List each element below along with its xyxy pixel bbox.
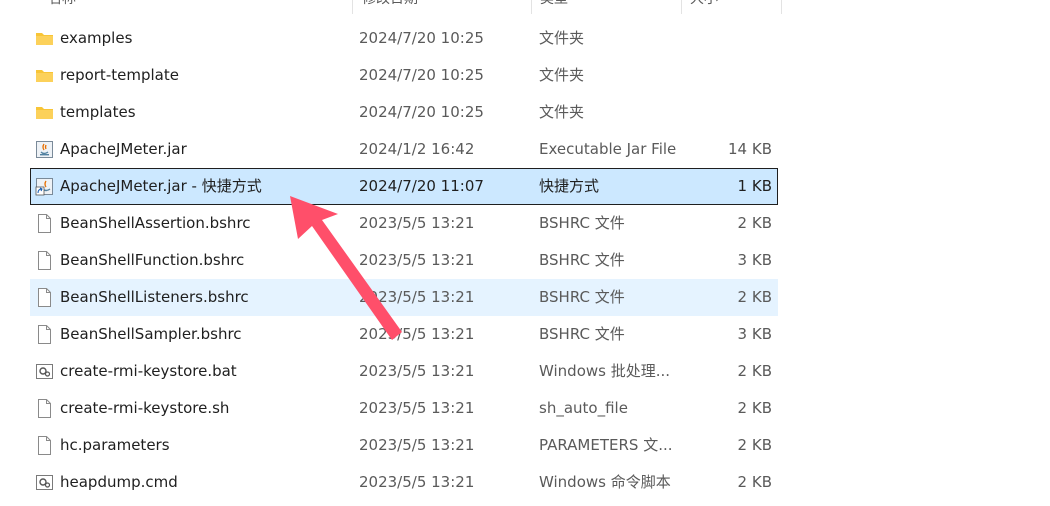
file-type: 文件夹 xyxy=(539,29,585,47)
file-list: examples 2024/7/20 10:25 文件夹 report-templat… xyxy=(30,20,778,501)
file-type: sh_auto_file xyxy=(539,399,628,417)
column-divider[interactable] xyxy=(681,0,682,14)
column-divider[interactable] xyxy=(531,0,532,14)
file-name: report-template xyxy=(60,66,179,84)
file-size: 2 KB xyxy=(737,473,772,491)
file-icon xyxy=(35,325,54,344)
file-icon xyxy=(35,288,54,307)
file-name: hc.parameters xyxy=(60,436,170,454)
file-name: create-rmi-keystore.bat xyxy=(60,362,237,380)
column-divider[interactable] xyxy=(781,0,782,14)
file-name: examples xyxy=(60,29,133,47)
jar-shortcut-icon xyxy=(35,177,54,196)
column-name-header[interactable]: 名称 xyxy=(48,0,76,12)
column-divider[interactable] xyxy=(352,0,353,14)
file-size: 2 KB xyxy=(737,214,772,232)
file-icon xyxy=(35,399,54,418)
folder-icon xyxy=(35,66,54,85)
file-type: BSHRC 文件 xyxy=(539,214,625,232)
file-type: Executable Jar File xyxy=(539,140,677,158)
file-name: BeanShellSampler.bshrc xyxy=(60,325,242,343)
file-name: BeanShellListeners.bshrc xyxy=(60,288,249,306)
file-name: heapdump.cmd xyxy=(60,473,178,491)
batch-file-icon xyxy=(35,362,54,381)
column-type-header[interactable]: 类型 xyxy=(540,0,568,12)
file-name: create-rmi-keystore.sh xyxy=(60,399,230,417)
file-row[interactable]: heapdump.cmd 2023/5/5 13:21 Windows 命令脚本 2 … xyxy=(30,464,778,501)
file-icon xyxy=(35,436,54,455)
file-row[interactable]: BeanShellAssertion.bshrc 2023/5/5 13:21 BS… xyxy=(30,205,778,242)
column-size-header[interactable]: 大小 xyxy=(690,0,718,12)
file-name: ApacheJMeter.jar - 快捷方式 xyxy=(60,177,262,195)
file-type: 文件夹 xyxy=(539,66,585,84)
file-type: PARAMETERS 文... xyxy=(539,436,673,454)
file-icon xyxy=(35,251,54,270)
file-row[interactable]: examples 2024/7/20 10:25 文件夹 xyxy=(30,20,778,57)
file-date: 2023/5/5 13:21 xyxy=(359,251,475,269)
file-size: 3 KB xyxy=(737,325,772,343)
file-date: 2024/7/20 10:25 xyxy=(359,66,484,84)
file-type: 文件夹 xyxy=(539,103,585,121)
file-type: BSHRC 文件 xyxy=(539,251,625,269)
file-size: 2 KB xyxy=(737,399,772,417)
folder-icon xyxy=(35,29,54,48)
file-type: 快捷方式 xyxy=(539,177,600,195)
batch-file-icon xyxy=(35,473,54,492)
file-name: templates xyxy=(60,103,136,121)
file-date: 2024/7/20 11:07 xyxy=(359,177,484,195)
file-row[interactable]: BeanShellFunction.bshrc 2023/5/5 13:21 BSH… xyxy=(30,242,778,279)
file-name: BeanShellFunction.bshrc xyxy=(60,251,245,269)
file-size: 14 KB xyxy=(728,140,772,158)
file-row[interactable]: ApacheJMeter.jar 2024/1/2 16:42 Executable… xyxy=(30,131,778,168)
file-icon xyxy=(35,214,54,233)
file-name: BeanShellAssertion.bshrc xyxy=(60,214,251,232)
file-row[interactable]: create-rmi-keystore.bat 2023/5/5 13:21 Win… xyxy=(30,353,778,390)
file-date: 2023/5/5 13:21 xyxy=(359,214,475,232)
file-date: 2023/5/5 13:21 xyxy=(359,399,475,417)
file-size: 2 KB xyxy=(737,288,772,306)
file-date: 2023/5/5 13:21 xyxy=(359,436,475,454)
file-type: Windows 批处理... xyxy=(539,362,671,380)
file-date: 2024/7/20 10:25 xyxy=(359,103,484,121)
file-date: 2023/5/5 13:21 xyxy=(359,473,475,491)
file-row[interactable]: create-rmi-keystore.sh 2023/5/5 13:21 sh_a… xyxy=(30,390,778,427)
file-date: 2024/1/2 16:42 xyxy=(359,140,475,158)
jar-icon xyxy=(35,140,54,159)
file-type: BSHRC 文件 xyxy=(539,288,625,306)
file-type: Windows 命令脚本 xyxy=(539,473,671,491)
file-size: 2 KB xyxy=(737,436,772,454)
file-name: ApacheJMeter.jar xyxy=(60,140,187,158)
file-row[interactable]: BeanShellListeners.bshrc 2023/5/5 13:21 BS… xyxy=(30,279,778,316)
file-date: 2024/7/20 10:25 xyxy=(359,29,484,47)
file-row[interactable]: BeanShellSampler.bshrc 2023/5/5 13:21 BSHR… xyxy=(30,316,778,353)
file-date: 2023/5/5 13:21 xyxy=(359,288,475,306)
file-type: BSHRC 文件 xyxy=(539,325,625,343)
file-date: 2023/5/5 13:21 xyxy=(359,325,475,343)
column-header: 名称 修改日期 类型 大小 xyxy=(0,0,790,14)
column-date-header[interactable]: 修改日期 xyxy=(362,0,418,12)
file-row[interactable]: report-template 2024/7/20 10:25 文件夹 xyxy=(30,57,778,94)
file-size: 1 KB xyxy=(737,177,772,195)
file-row[interactable]: ApacheJMeter.jar - 快捷方式 2024/7/20 11:07 快捷… xyxy=(30,168,778,205)
file-size: 2 KB xyxy=(737,362,772,380)
file-date: 2023/5/5 13:21 xyxy=(359,362,475,380)
file-row[interactable]: templates 2024/7/20 10:25 文件夹 xyxy=(30,94,778,131)
folder-icon xyxy=(35,103,54,122)
file-size: 3 KB xyxy=(737,251,772,269)
file-row[interactable]: hc.parameters 2023/5/5 13:21 PARAMETERS 文.… xyxy=(30,427,778,464)
